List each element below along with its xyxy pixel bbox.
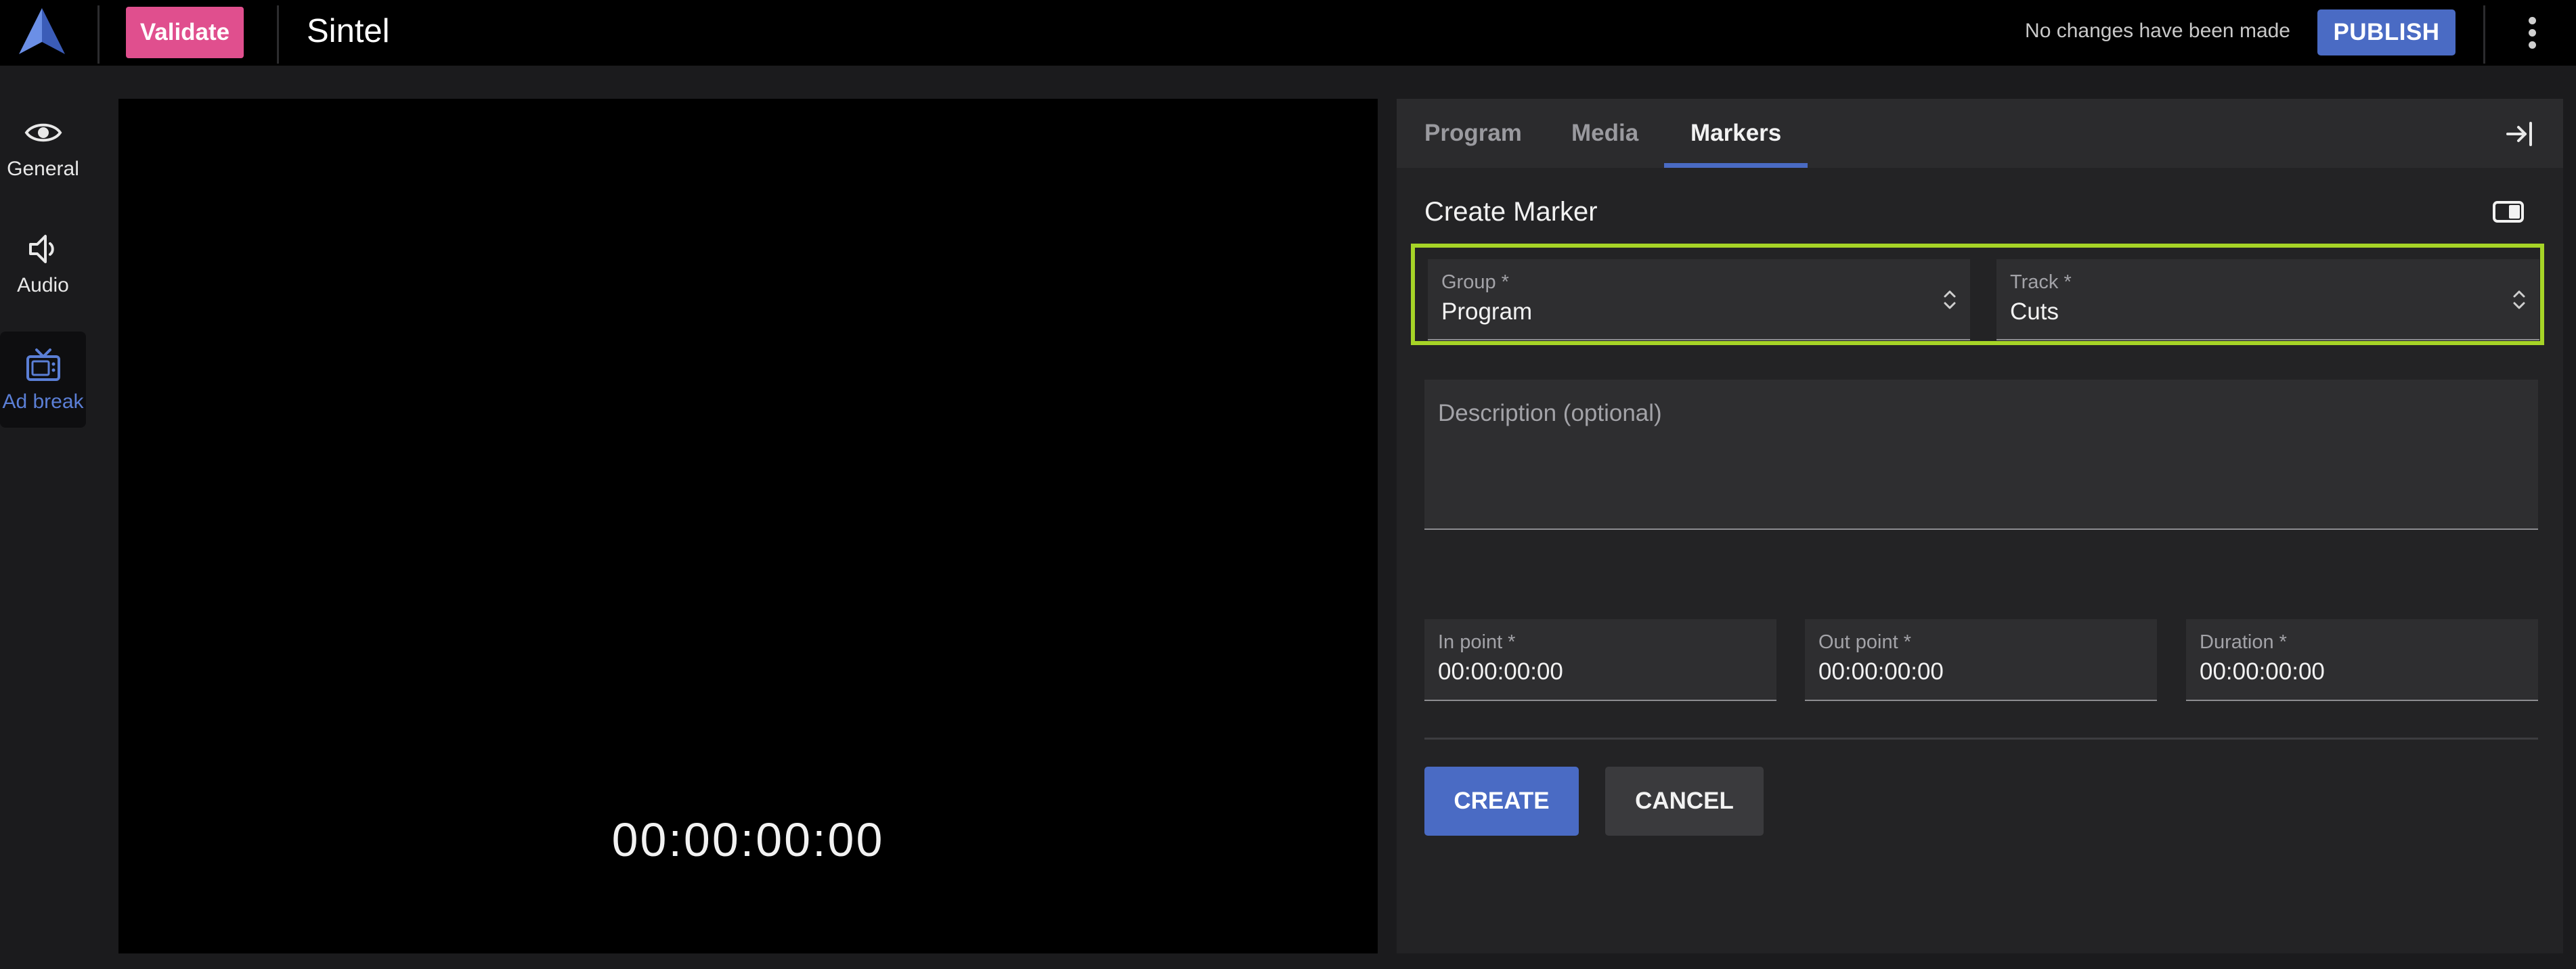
video-player[interactable]: 00:00:00:00	[118, 99, 1378, 953]
section-title: Create Marker	[1424, 197, 1598, 227]
rail-item-label: General	[7, 158, 79, 180]
rail-item-audio[interactable]: Audio	[0, 215, 86, 311]
group-select[interactable]: Group * Program	[1428, 259, 1970, 340]
in-point-value: 00:00:00:00	[1438, 658, 1563, 685]
active-tab-indicator	[1664, 163, 1808, 168]
tab-media[interactable]: Media	[1571, 99, 1638, 168]
rail-item-ad-break[interactable]: Ad break	[0, 332, 86, 428]
panel-tabs: Program Media Markers	[1397, 99, 2563, 168]
left-navigation-rail: General Audio Ad break	[0, 79, 100, 969]
save-status-text: No changes have been made	[2025, 20, 2290, 42]
markers-panel: Program Media Markers Create Marker Grou…	[1397, 99, 2563, 953]
in-point-label: In point *	[1438, 631, 1516, 653]
description-placeholder: Description (optional)	[1438, 400, 1662, 426]
out-point-field[interactable]: Out point * 00:00:00:00	[1805, 619, 2157, 701]
collapse-panel-icon[interactable]	[2505, 119, 2535, 149]
tv-icon	[26, 348, 60, 381]
track-label: Track *	[2010, 271, 2072, 293]
app-logo-icon[interactable]	[15, 7, 69, 55]
tab-markers[interactable]: Markers	[1690, 99, 1781, 168]
eye-icon	[24, 123, 62, 142]
panel-toggle-icon[interactable]	[2492, 200, 2525, 223]
speaker-icon	[28, 235, 54, 263]
group-value: Program	[1441, 298, 1533, 325]
track-value: Cuts	[2010, 298, 2059, 325]
out-point-value: 00:00:00:00	[1818, 658, 1944, 685]
rail-item-label: Ad break	[2, 390, 84, 413]
updown-chevron-icon	[2513, 290, 2525, 309]
top-bar: Validate Sintel No changes have been mad…	[0, 0, 2576, 66]
updown-chevron-icon	[1944, 290, 1956, 309]
publish-button[interactable]: PUBLISH	[2317, 9, 2455, 55]
divider	[1424, 738, 2538, 740]
page-title: Sintel	[307, 13, 390, 49]
group-label: Group *	[1441, 271, 1509, 293]
divider	[97, 5, 100, 64]
description-textarea[interactable]: Description (optional)	[1424, 380, 2538, 530]
out-point-label: Out point *	[1818, 631, 1912, 653]
tab-program[interactable]: Program	[1424, 99, 1522, 168]
divider	[2483, 5, 2485, 64]
divider	[277, 5, 279, 64]
cancel-button[interactable]: CANCEL	[1605, 767, 1764, 836]
in-point-field[interactable]: In point * 00:00:00:00	[1424, 619, 1776, 701]
rail-item-label: Audio	[17, 274, 69, 296]
more-options-icon[interactable]	[2518, 9, 2546, 55]
create-button[interactable]: CREATE	[1424, 767, 1579, 836]
player-timecode: 00:00:00:00	[611, 813, 885, 866]
duration-field[interactable]: Duration * 00:00:00:00	[2186, 619, 2538, 701]
rail-item-general[interactable]: General	[0, 99, 86, 195]
validate-button[interactable]: Validate	[126, 7, 244, 58]
duration-value: 00:00:00:00	[2200, 658, 2325, 685]
track-select[interactable]: Track * Cuts	[1996, 259, 2539, 340]
duration-label: Duration *	[2200, 631, 2287, 653]
